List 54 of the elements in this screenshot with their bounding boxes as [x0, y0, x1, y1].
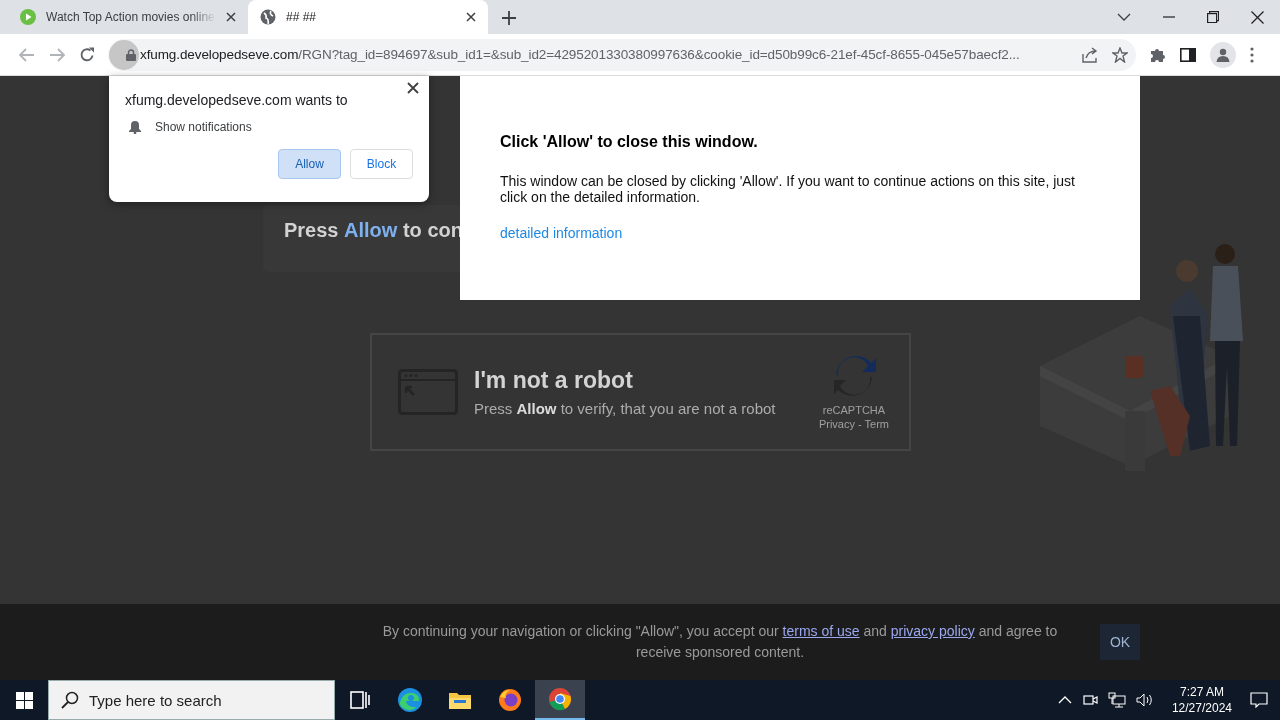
star-icon[interactable]	[1112, 46, 1128, 63]
volume-icon[interactable]	[1135, 692, 1154, 708]
restore-icon[interactable]	[1207, 11, 1219, 23]
recaptcha-label: reCAPTCHA	[822, 404, 886, 416]
task-view-icon[interactable]	[350, 691, 370, 709]
modal-text: This window can be closed by clicking 'Allow'. If you want to continue actions on this site, just click on the detailed information.	[500, 173, 1076, 205]
ok-button[interactable]: OK	[1100, 624, 1140, 660]
browser-tab[interactable]: ## ##	[248, 0, 488, 34]
privacy-link[interactable]: privacy policy	[890, 623, 975, 639]
puzzle-icon[interactable]	[1150, 46, 1166, 63]
profile-icon[interactable]	[1210, 41, 1236, 68]
popup-title: xfumg.developedseve.com wants to	[125, 92, 349, 108]
chrome-icon[interactable]	[548, 687, 572, 711]
close-icon[interactable]	[466, 12, 476, 22]
new-tab-icon[interactable]	[502, 11, 516, 25]
globe-icon	[260, 9, 276, 25]
modal-title: Click 'Allow' to close this window.	[500, 133, 759, 151]
clock-date[interactable]: 12/27/2024	[1171, 700, 1232, 716]
notification-icon[interactable]	[1250, 692, 1268, 708]
close-icon[interactable]	[1251, 10, 1264, 24]
detailed-information-link[interactable]: detailed information	[500, 225, 623, 241]
url-text: xfumg.developedseve.com/RGN?tag_id=894697&sub_id1=&sub_id2=4295201330380997636&cookie_id=d50b99c6-21ef-45cf-8655-045e57baecf2...	[140, 47, 1021, 62]
taskbar-search-field[interactable]: Type here to search	[48, 680, 335, 720]
person-icon	[1216, 47, 1230, 62]
edge-icon[interactable]	[397, 687, 423, 713]
play-icon	[20, 9, 36, 25]
side-panel-icon[interactable]	[1180, 47, 1196, 62]
more-icon[interactable]	[1250, 46, 1254, 63]
reload-icon[interactable]	[79, 46, 95, 63]
captcha-text: Press Allow to verify, that you are not a robot	[474, 400, 777, 417]
taskbar-app[interactable]	[535, 680, 585, 720]
close-icon[interactable]	[407, 82, 419, 94]
terms-link[interactable]: terms of use	[782, 623, 860, 639]
share-icon[interactable]	[1082, 46, 1098, 63]
network-icon[interactable]	[1107, 692, 1126, 708]
captcha-title: I'm not a robot	[474, 367, 634, 394]
privacy-terms-link[interactable]: Privacy - Term	[818, 418, 889, 430]
lock-icon[interactable]	[126, 48, 136, 61]
bell-icon	[129, 120, 141, 134]
folder-icon[interactable]	[448, 690, 472, 710]
recaptcha-icon	[831, 354, 876, 398]
clock-time[interactable]: 7:27 AM	[1179, 684, 1224, 700]
popup-button[interactable]: Block	[350, 149, 413, 179]
search-icon	[61, 691, 79, 709]
chevron-up-icon[interactable]	[1057, 696, 1072, 704]
address-bar[interactable]: xfumg.developedseve.com/RGN?tag_id=894697&sub_id1=&sub_id2=4295201330380997636&cookie_id=d50b99c6-21ef-45cf-8655-045e57baecf2...	[108, 38, 1136, 71]
consent-text: By continuing your navigation or clicking "Allow", you accept our terms of use and privacy policy and agree to receive sponsored content.	[381, 622, 1059, 662]
permission-text: Show notifications	[155, 120, 252, 134]
chevron-down-icon[interactable]	[1117, 13, 1131, 21]
firefox-icon[interactable]	[498, 688, 522, 712]
close-icon[interactable]	[226, 12, 236, 22]
popup-button[interactable]: Allow	[278, 149, 341, 179]
windows-icon	[15, 691, 33, 709]
camera-icon[interactable]	[1081, 692, 1098, 708]
